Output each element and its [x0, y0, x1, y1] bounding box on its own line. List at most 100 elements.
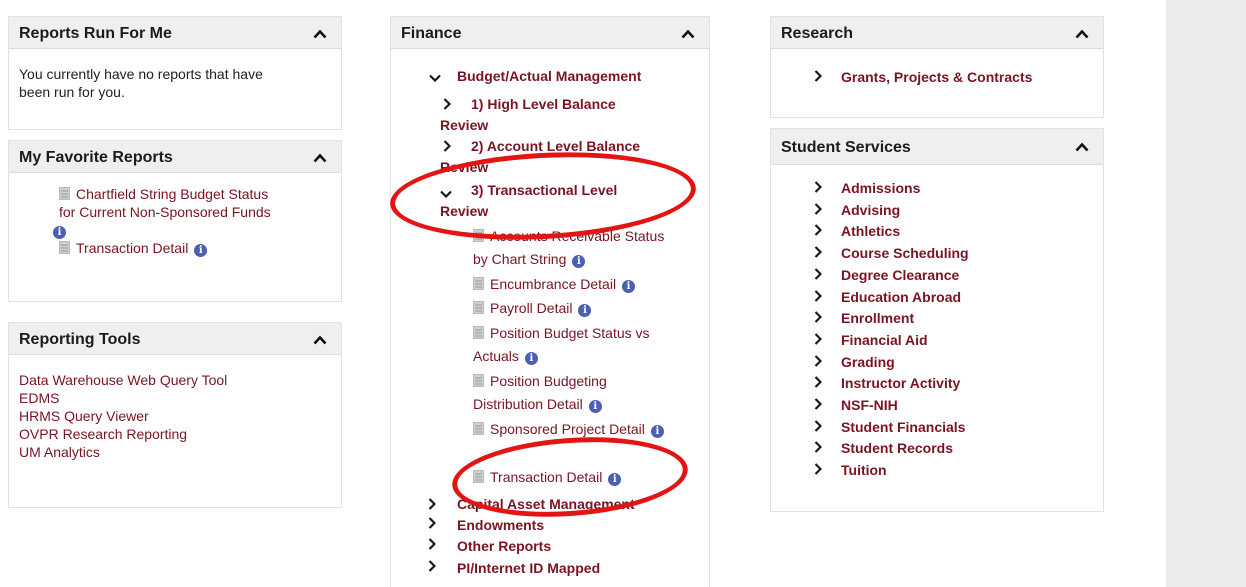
report-item-position-budget-status-line2[interactable]: Actuals i: [473, 347, 538, 365]
favorite-item-label[interactable]: Chartfield String Budget Status: [76, 186, 268, 202]
info-icon[interactable]: i: [53, 226, 66, 239]
budget-actual-management-link[interactable]: Budget/Actual Management: [457, 67, 641, 85]
reporting-tools-panel: Reporting Tools Data Warehouse Web Query…: [8, 322, 342, 508]
student-services-link-student-financials[interactable]: Student Financials: [841, 418, 965, 436]
chevron-up-icon[interactable]: [1075, 29, 1089, 39]
info-icon[interactable]: i: [650, 425, 664, 438]
student-services-link-education-abroad[interactable]: Education Abroad: [841, 288, 961, 306]
account-level-balance-link[interactable]: 2) Account Level Balance: [471, 137, 640, 155]
capital-asset-management-link[interactable]: Capital Asset Management: [457, 495, 635, 513]
chevron-right-icon[interactable]: [814, 223, 823, 237]
chevron-up-icon[interactable]: [681, 29, 695, 39]
report-item-position-budgeting[interactable]: Position Budgeting: [473, 372, 607, 390]
chevron-right-icon[interactable]: [814, 180, 823, 193]
transactional-level-review-link[interactable]: 3) Transactional Level: [471, 181, 617, 199]
report-label[interactable]: Sponsored Project Detail: [490, 421, 645, 437]
info-icon[interactable]: i: [194, 244, 208, 257]
chevron-right-icon[interactable]: [814, 289, 823, 302]
chevron-right-icon[interactable]: [443, 97, 452, 110]
chevron-right-icon[interactable]: [428, 559, 437, 572]
chevron-up-icon[interactable]: [313, 335, 327, 345]
report-label[interactable]: Position Budget Status vs: [490, 325, 650, 341]
favorite-item[interactable]: Chartfield String Budget Status: [59, 185, 268, 203]
report-label[interactable]: Position Budgeting: [490, 373, 607, 389]
report-label[interactable]: by Chart String: [473, 251, 566, 267]
student-services-link-course-scheduling[interactable]: Course Scheduling: [841, 244, 969, 262]
chevron-right-icon[interactable]: [814, 440, 823, 454]
info-icon[interactable]: i: [622, 280, 636, 293]
report-item-position-budgeting-line2[interactable]: Distribution Detail i: [473, 395, 602, 413]
info-icon[interactable]: i: [578, 304, 592, 317]
chevron-down-icon[interactable]: [440, 185, 452, 199]
report-item-transaction-detail[interactable]: Transaction Detail i: [473, 468, 622, 486]
chevron-right-icon[interactable]: [428, 497, 437, 510]
student-services-link-advising[interactable]: Advising: [841, 201, 900, 219]
report-item-sponsored-project[interactable]: Sponsored Project Detail i: [473, 420, 664, 438]
student-services-link-enrollment[interactable]: Enrollment: [841, 309, 914, 327]
report-item-accounts-receivable[interactable]: Accounts Receivable Status: [473, 227, 664, 245]
student-services-link-grading[interactable]: Grading: [841, 353, 895, 371]
chevron-right-icon[interactable]: [814, 245, 823, 258]
tool-link-hrms[interactable]: HRMS Query Viewer: [19, 407, 149, 425]
report-item-accounts-receivable-line2[interactable]: by Chart String i: [473, 250, 586, 268]
chevron-right-icon[interactable]: [814, 375, 823, 389]
chevron-right-icon[interactable]: [814, 202, 823, 215]
report-label[interactable]: Accounts Receivable Status: [490, 228, 664, 244]
student-services-link-financial-aid[interactable]: Financial Aid: [841, 331, 928, 349]
tool-link-edms[interactable]: EDMS: [19, 389, 59, 407]
panel-header: Reports Run For Me: [9, 17, 341, 49]
endowments-link[interactable]: Endowments: [457, 516, 544, 534]
info-icon[interactable]: i: [588, 400, 602, 413]
chevron-right-icon[interactable]: [814, 267, 823, 280]
chevron-down-icon[interactable]: [429, 69, 441, 83]
chevron-right-icon[interactable]: [814, 462, 823, 475]
chevron-up-icon[interactable]: [313, 153, 327, 163]
chevron-right-icon[interactable]: [814, 419, 823, 432]
info-icon[interactable]: i: [572, 255, 586, 268]
chevron-right-icon[interactable]: [814, 354, 823, 367]
account-level-balance-link-line2[interactable]: Review: [440, 158, 488, 176]
student-services-link-athletics[interactable]: Athletics: [841, 222, 900, 240]
info-icon[interactable]: i: [524, 352, 538, 365]
favorite-item-label[interactable]: for Current Non-Sponsored Funds: [59, 204, 271, 220]
favorite-info[interactable]: i: [53, 221, 66, 239]
other-reports-link[interactable]: Other Reports: [457, 537, 551, 555]
student-services-link-admissions[interactable]: Admissions: [841, 179, 920, 197]
chevron-right-icon[interactable]: [814, 332, 823, 345]
chevron-right-icon[interactable]: [814, 397, 823, 410]
chevron-right-icon[interactable]: [443, 139, 452, 152]
chevron-right-icon[interactable]: [814, 310, 823, 323]
student-services-link-nsf-nih[interactable]: NSF-NIH: [841, 396, 898, 414]
report-label[interactable]: Actuals: [473, 348, 519, 364]
report-label[interactable]: Transaction Detail: [490, 469, 602, 485]
chevron-up-icon[interactable]: [1075, 142, 1089, 152]
report-item-payroll[interactable]: Payroll Detail i: [473, 299, 592, 317]
tool-link-data-warehouse[interactable]: Data Warehouse Web Query Tool: [19, 371, 227, 389]
grants-projects-contracts-link[interactable]: Grants, Projects & Contracts: [841, 68, 1032, 86]
pi-internet-id-mapped-link[interactable]: PI/Internet ID Mapped: [457, 559, 600, 577]
report-label[interactable]: Encumbrance Detail: [490, 276, 616, 292]
document-icon: [59, 186, 70, 200]
report-item-encumbrance[interactable]: Encumbrance Detail i: [473, 275, 636, 293]
report-label[interactable]: Payroll Detail: [490, 300, 572, 316]
tool-link-ovpr[interactable]: OVPR Research Reporting: [19, 425, 187, 443]
document-icon: [473, 228, 484, 242]
favorite-item-label[interactable]: Transaction Detail: [76, 240, 188, 256]
student-services-link-tuition[interactable]: Tuition: [841, 461, 887, 479]
favorite-item-line2[interactable]: for Current Non-Sponsored Funds: [59, 203, 271, 221]
chevron-right-icon[interactable]: [428, 537, 437, 550]
chevron-right-icon[interactable]: [814, 69, 823, 82]
info-icon[interactable]: i: [608, 473, 622, 486]
student-services-link-degree-clearance[interactable]: Degree Clearance: [841, 266, 959, 284]
student-services-link-instructor-activity[interactable]: Instructor Activity: [841, 374, 960, 392]
student-services-link-student-records[interactable]: Student Records: [841, 439, 953, 457]
favorite-item[interactable]: Transaction Detail i: [59, 239, 208, 257]
transactional-level-review-link-line2[interactable]: Review: [440, 202, 488, 220]
chevron-up-icon[interactable]: [313, 29, 327, 39]
chevron-right-icon[interactable]: [428, 516, 437, 529]
report-item-position-budget-status[interactable]: Position Budget Status vs: [473, 324, 650, 342]
tool-link-um-analytics[interactable]: UM Analytics: [19, 443, 100, 461]
high-level-balance-link[interactable]: 1) High Level Balance: [471, 95, 616, 113]
report-label[interactable]: Distribution Detail: [473, 396, 583, 412]
high-level-balance-link-line2[interactable]: Review: [440, 116, 488, 134]
